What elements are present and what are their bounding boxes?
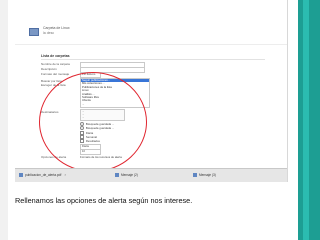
form-title: Lista de carpetas — [41, 54, 70, 58]
mail-icon — [115, 173, 119, 178]
label-folder-name: Nombre de la carpeta — [41, 62, 70, 66]
left-shade — [0, 0, 8, 240]
close-icon[interactable]: × — [64, 173, 66, 177]
taskbar: publicacion_de_alerta.pdf × Mensaje (2) M… — [15, 168, 287, 182]
slide: Carpeta de Linux la desc Lista de carpet… — [0, 0, 320, 240]
taskbar-item[interactable]: Mensaje (3) — [193, 172, 216, 179]
taskbar-item-label: Mensaje (3) — [199, 173, 216, 177]
highlight-circle — [39, 72, 147, 172]
folder-icon — [29, 28, 39, 36]
taskbar-item-label: publicacion_de_alerta.pdf — [25, 173, 62, 177]
screenshot: Carpeta de Linux la desc Lista de carpet… — [15, 0, 288, 182]
slide-caption: Rellenamos las opciones de alerta según … — [15, 196, 193, 205]
taskbar-item[interactable]: Mensaje (2) — [115, 172, 138, 179]
taskbar-item[interactable]: publicacion_de_alerta.pdf × — [19, 172, 66, 179]
app-header: Carpeta de Linux la desc — [15, 0, 287, 45]
label-description: Descripción — [41, 67, 57, 71]
mail-icon — [193, 173, 197, 178]
taskbar-item-label: Mensaje (2) — [121, 173, 138, 177]
header-subtitle: la desc — [43, 31, 55, 35]
header-title: Carpeta de Linux — [43, 26, 70, 30]
accent-bar — [298, 0, 320, 240]
form-divider — [41, 59, 265, 60]
document-icon — [19, 173, 23, 178]
label-format: Formato del mensaje — [41, 72, 70, 76]
